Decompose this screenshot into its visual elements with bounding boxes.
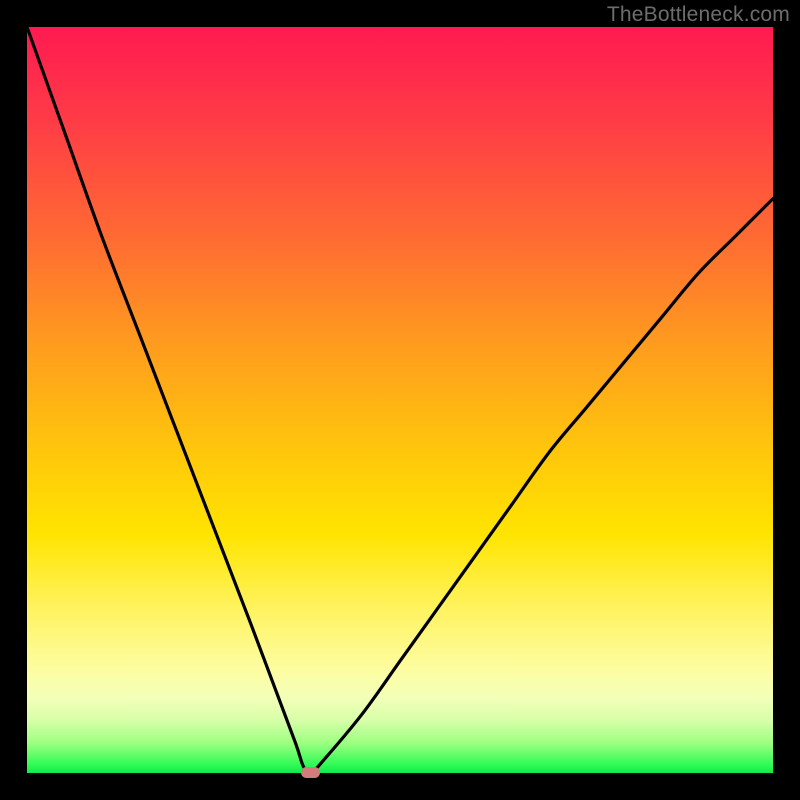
plot-area [27, 27, 773, 773]
min-point-marker [301, 767, 320, 778]
chart-frame: TheBottleneck.com [0, 0, 800, 800]
bottleneck-curve [27, 27, 773, 773]
watermark-text: TheBottleneck.com [607, 3, 790, 27]
